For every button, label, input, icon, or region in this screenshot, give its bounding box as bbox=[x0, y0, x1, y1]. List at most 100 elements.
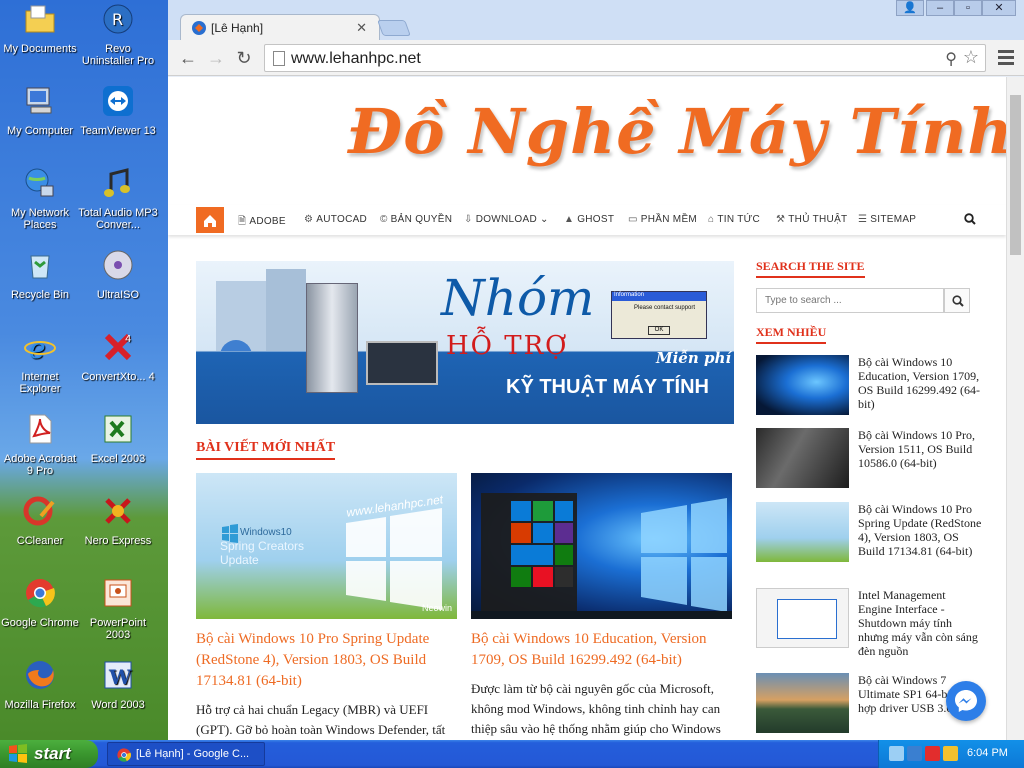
nav-item-phan-mem[interactable]: ▭ PHẦN MỀM bbox=[628, 214, 697, 225]
popular-title[interactable]: Bộ cài Windows 10 Education, Version 170… bbox=[858, 355, 982, 411]
teamviewer-icon bbox=[103, 86, 133, 116]
start-button[interactable]: start bbox=[0, 740, 98, 768]
zoom-icon[interactable]: ⚲ bbox=[945, 49, 957, 69]
desktop-icon-powerpoint[interactable]: PowerPoint 2003 bbox=[78, 576, 158, 641]
desktop-icon-ccleaner[interactable]: CCleaner bbox=[0, 494, 80, 547]
tab-active[interactable]: [Lê Hạnh] ✕ bbox=[180, 14, 380, 40]
chrome-menu-icon[interactable] bbox=[998, 50, 1014, 66]
post-title[interactable]: Bộ cài Windows 10 Education, Version 170… bbox=[471, 629, 733, 671]
post-thumbnail[interactable] bbox=[471, 473, 732, 619]
url-text: www.lehanhpc.net bbox=[291, 50, 421, 67]
popular-title[interactable]: Bộ cài Windows 10 Pro, Version 1511, OS … bbox=[858, 428, 982, 470]
reload-icon[interactable]: ↻ bbox=[234, 48, 254, 68]
popular-item[interactable]: Intel Management Engine Interface - Shut… bbox=[756, 588, 982, 668]
close-window-button[interactable]: ✕ bbox=[982, 0, 1016, 16]
popular-title[interactable]: Bộ cài Windows 10 Pro Spring Update (Red… bbox=[858, 502, 982, 558]
messenger-chat-button[interactable] bbox=[946, 681, 986, 721]
nav-item-ban-quyen[interactable]: © BẢN QUYỀN bbox=[380, 214, 452, 225]
nav-item-sitemap[interactable]: ☰ SITEMAP bbox=[858, 214, 916, 225]
page-scrollbar[interactable] bbox=[1006, 77, 1024, 740]
svg-text:4: 4 bbox=[125, 334, 131, 345]
desktop-icon-network-places[interactable]: My Network Places bbox=[0, 166, 80, 231]
minimize-button[interactable]: – bbox=[926, 0, 954, 16]
browser-titlebar: [Lê Hạnh] ✕ 👤 – ▫ ✕ bbox=[168, 0, 1024, 40]
site-logo[interactable]: Đồ Nghề Máy Tính bbox=[348, 95, 1006, 168]
maximize-button[interactable]: ▫ bbox=[954, 0, 982, 16]
desktop-icon-convertxto[interactable]: 4 ConvertXto... 4 bbox=[78, 330, 158, 383]
popular-item[interactable]: Bộ cài Windows 10 Pro Spring Update (Red… bbox=[756, 502, 982, 582]
popular-thumbnail[interactable] bbox=[756, 588, 849, 648]
desktop-icon-adobe-acrobat[interactable]: Adobe Acrobat 9 Pro bbox=[0, 412, 80, 477]
computer-icon bbox=[26, 87, 52, 114]
popular-item[interactable]: Bộ cài Windows 10 Education, Version 170… bbox=[756, 355, 982, 417]
tab-close-icon[interactable]: ✕ bbox=[356, 20, 367, 36]
post-title[interactable]: Bộ cài Windows 10 Pro Spring Update (Red… bbox=[196, 629, 457, 692]
desktop-icon-internet-explorer[interactable]: e Internet Explorer bbox=[0, 330, 80, 395]
banner-free-label: Miễn phí bbox=[656, 349, 732, 367]
nav-item-thu-thuat[interactable]: ⚒ THỦ THUẬT bbox=[776, 214, 847, 225]
nav-item-adobe[interactable]: 🗎 ADOBE bbox=[238, 214, 286, 231]
desktop-icon-my-documents[interactable]: My Documents bbox=[0, 2, 80, 55]
desktop-icon-revo-uninstaller[interactable]: R Revo Uninstaller Pro bbox=[78, 2, 158, 67]
tray-teamviewer-icon[interactable] bbox=[907, 746, 922, 761]
banner-dialog-ok: OK bbox=[648, 326, 670, 335]
desktop-icon-teamviewer[interactable]: TeamViewer 13 bbox=[78, 84, 158, 137]
nav-item-tin-tuc[interactable]: ⌂ TIN TỨC bbox=[708, 214, 760, 225]
sidebar-search-input[interactable] bbox=[756, 288, 944, 313]
desktop: My Documents R Revo Uninstaller Pro My C… bbox=[0, 0, 168, 740]
banner-tagline: KỸ THUẬT MÁY TÍNH bbox=[506, 376, 709, 398]
desktop-icon-nero-express[interactable]: Nero Express bbox=[78, 494, 158, 547]
banner-subtitle: HỖ TRỢ bbox=[446, 331, 569, 361]
recycle-bin-icon bbox=[30, 255, 50, 279]
desktop-icon-word[interactable]: W Word 2003 bbox=[78, 658, 158, 711]
list-icon: ☰ bbox=[858, 214, 868, 225]
post-thumbnail[interactable]: www.lehanhpc.net Windows10 Spring Creato… bbox=[196, 473, 457, 619]
popular-thumbnail[interactable] bbox=[756, 673, 849, 733]
home-icon bbox=[204, 215, 216, 227]
wrench-icon: ⚒ bbox=[776, 214, 786, 225]
nav-search-icon[interactable] bbox=[964, 213, 976, 225]
address-bar[interactable]: www.lehanhpc.net ⚲ ☆ bbox=[264, 44, 986, 72]
support-banner[interactable]: Nhóm HỖ TRỢ Miễn phí KỸ THUẬT MÁY TÍNH I… bbox=[196, 261, 734, 424]
profile-button[interactable]: 👤 bbox=[896, 0, 924, 16]
tab-title: [Lê Hạnh] bbox=[211, 21, 264, 35]
copyright-icon: © bbox=[380, 214, 388, 225]
tray-unikey-icon[interactable] bbox=[943, 746, 958, 761]
tray-network-icon[interactable] bbox=[889, 746, 904, 761]
new-tab-button[interactable] bbox=[377, 20, 411, 36]
nav-item-download[interactable]: ⇩ DOWNLOAD ⌄ bbox=[464, 214, 549, 225]
scrollbar-thumb[interactable] bbox=[1010, 95, 1021, 255]
nav-item-autocad[interactable]: ⚙ AUTOCAD bbox=[304, 214, 367, 225]
desktop-icon-ultraiso[interactable]: UltraISO bbox=[78, 248, 158, 301]
windows-flag-icon bbox=[9, 744, 27, 763]
back-arrow-icon[interactable]: ← bbox=[178, 48, 198, 68]
sidebar-search-button[interactable] bbox=[944, 288, 970, 313]
desktop-icon-google-chrome[interactable]: Google Chrome bbox=[0, 576, 80, 629]
taskbar-chrome-task[interactable]: [Lê Hạnh] - Google C... bbox=[107, 742, 265, 766]
desktop-icon-total-audio[interactable]: Total Audio MP3 Conver... bbox=[78, 166, 158, 231]
home-button[interactable] bbox=[196, 207, 224, 233]
popular-thumbnail[interactable] bbox=[756, 502, 849, 562]
tray-antivirus-icon[interactable] bbox=[925, 746, 940, 761]
convertxto-icon: 4 bbox=[104, 333, 131, 361]
post-card[interactable]: www.lehanhpc.net Windows10 Spring Creato… bbox=[196, 473, 457, 740]
popular-item[interactable]: Bộ cài Windows 10 Pro, Version 1511, OS … bbox=[756, 428, 982, 490]
desktop-icon-my-computer[interactable]: My Computer bbox=[0, 84, 80, 137]
powerpoint-icon bbox=[104, 579, 132, 607]
ghost-icon: ▲ bbox=[564, 214, 575, 225]
desktop-icon-excel[interactable]: Excel 2003 bbox=[78, 412, 158, 465]
popular-thumbnail[interactable] bbox=[756, 428, 849, 488]
desktop-icon-recycle-bin[interactable]: Recycle Bin bbox=[0, 248, 80, 301]
taskbar: start [Lê Hạnh] - Google C... 6:04 PM bbox=[0, 740, 1024, 768]
folder-icon bbox=[25, 5, 55, 33]
bookmark-star-icon[interactable]: ☆ bbox=[963, 47, 979, 68]
popular-thumbnail[interactable] bbox=[756, 355, 849, 415]
forward-arrow-icon[interactable]: → bbox=[206, 48, 226, 68]
desktop-icon-mozilla-firefox[interactable]: Mozilla Firefox bbox=[0, 658, 80, 711]
popular-title[interactable]: Intel Management Engine Interface - Shut… bbox=[858, 588, 982, 658]
nav-item-ghost[interactable]: ▲ GHOST bbox=[564, 214, 614, 225]
browser-window: [Lê Hạnh] ✕ 👤 – ▫ ✕ ← → ↻ www.lehanhpc.n… bbox=[168, 0, 1024, 740]
post-card[interactable]: Bộ cài Windows 10 Education, Version 170… bbox=[471, 473, 733, 739]
thumb-line2: Spring Creators bbox=[220, 539, 305, 553]
thumb-line3: Update bbox=[220, 553, 259, 567]
